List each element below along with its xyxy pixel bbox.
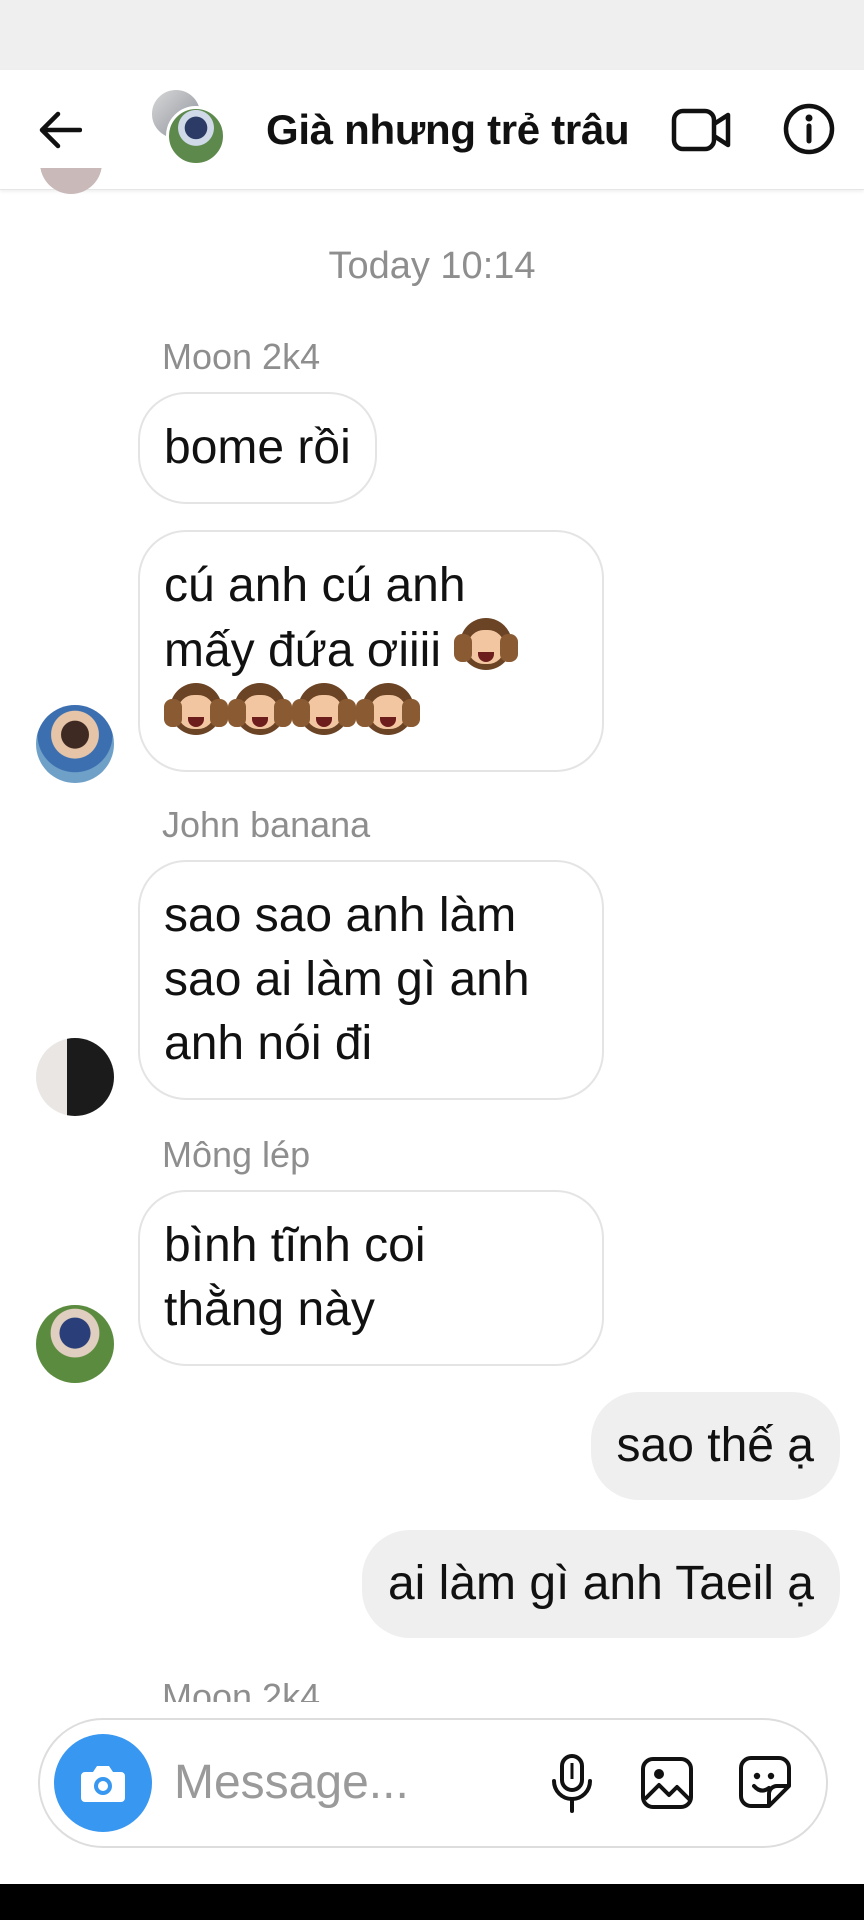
emoji-row	[164, 683, 578, 748]
message-input[interactable]	[174, 1750, 464, 1814]
see-no-evil-monkey-icon	[356, 683, 420, 739]
system-navigation-bar	[0, 1884, 864, 1920]
camera-icon	[81, 1766, 125, 1802]
message-line: bình tĩnh coi	[164, 1219, 426, 1272]
outgoing-message-bubble[interactable]: ai làm gì anh Taeil ạ	[361, 1530, 840, 1638]
sticker-button[interactable]	[730, 1746, 800, 1818]
thread-header: Già nhưng trẻ trâu	[0, 70, 864, 190]
group-avatar[interactable]	[150, 88, 230, 172]
message-bubble[interactable]: sao sao anh làm sao ai làm gì anh anh nó…	[138, 860, 604, 1100]
avatar-moon-2k4[interactable]	[36, 705, 114, 783]
thread-title[interactable]: Già nhưng trẻ trâu	[266, 106, 630, 154]
message-text: sao thế ạ	[616, 1419, 814, 1472]
see-no-evil-monkey-icon	[454, 618, 519, 674]
message-line: sao ai làm gì anh	[164, 953, 530, 1006]
see-no-evil-monkey-icon	[164, 683, 228, 739]
voice-message-button[interactable]	[540, 1744, 604, 1824]
thread-timestamp: Today 10:14	[328, 245, 536, 287]
group-avatar-front	[166, 106, 226, 166]
message-line: thằng này	[164, 1283, 375, 1336]
dm-thread-screen: Già nhưng trẻ trâu Today 10:14 Moon 2k4 …	[0, 0, 864, 1920]
message-line: sao sao anh làm	[164, 889, 517, 942]
see-no-evil-monkey-icon	[292, 683, 356, 739]
microphone-icon	[552, 1754, 592, 1813]
outgoing-message-bubble[interactable]: sao thế ạ	[590, 1392, 840, 1500]
arrow-left-icon	[39, 111, 82, 149]
message-bubble[interactable]: bình tĩnh coi thằng này	[138, 1190, 604, 1366]
sender-name: Moon 2k4	[162, 336, 321, 377]
sender-name: Mông lép	[162, 1134, 311, 1175]
video-call-button[interactable]	[670, 100, 732, 160]
partial-avatar	[40, 168, 102, 198]
message-composer	[38, 1718, 828, 1848]
back-button[interactable]	[30, 100, 90, 160]
avatar-mong-lep[interactable]	[36, 1305, 114, 1383]
message-line-with-emoji: mấy đứa ơiiii	[164, 618, 578, 683]
info-icon	[783, 103, 835, 155]
see-no-evil-monkey-icon	[228, 683, 292, 739]
info-button[interactable]	[778, 98, 840, 160]
image-icon	[641, 1757, 693, 1809]
sender-name-partial: Moon 2k4	[162, 1676, 321, 1702]
message-line: anh nói đi	[164, 1017, 373, 1070]
message-text: bome rồi	[164, 421, 351, 474]
message-line: cú anh cú anh	[164, 559, 466, 612]
avatar-john-banana[interactable]	[36, 1038, 114, 1116]
message-text: ai làm gì anh Taeil ạ	[387, 1557, 814, 1610]
sender-name: John banana	[162, 804, 371, 845]
message-line: mấy đứa ơiiii	[164, 624, 442, 677]
gallery-button[interactable]	[632, 1748, 702, 1818]
sticker-icon	[739, 1756, 791, 1808]
status-bar	[0, 0, 864, 70]
video-camera-icon	[671, 108, 731, 152]
message-bubble[interactable]: bome rồi	[138, 392, 377, 504]
camera-button[interactable]	[54, 1734, 152, 1832]
message-bubble[interactable]: cú anh cú anh mấy đứa ơiiii	[138, 530, 604, 772]
